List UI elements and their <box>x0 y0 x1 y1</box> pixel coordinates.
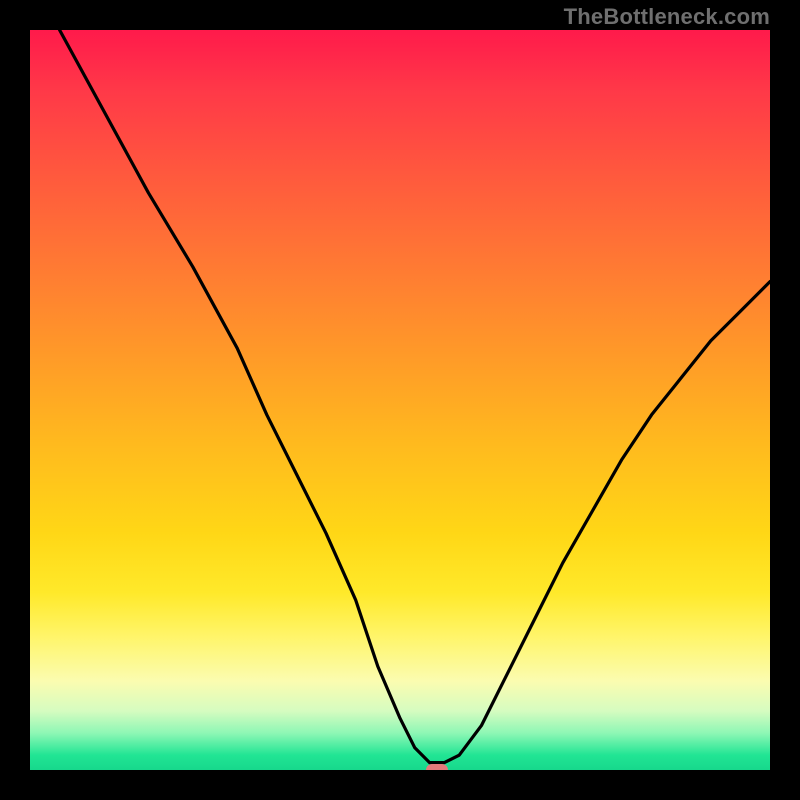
curve-path <box>60 30 770 763</box>
plot-area <box>30 30 770 770</box>
optimal-marker <box>426 764 448 770</box>
bottleneck-curve <box>30 30 770 770</box>
chart-frame: TheBottleneck.com <box>0 0 800 800</box>
watermark-text: TheBottleneck.com <box>564 4 770 30</box>
